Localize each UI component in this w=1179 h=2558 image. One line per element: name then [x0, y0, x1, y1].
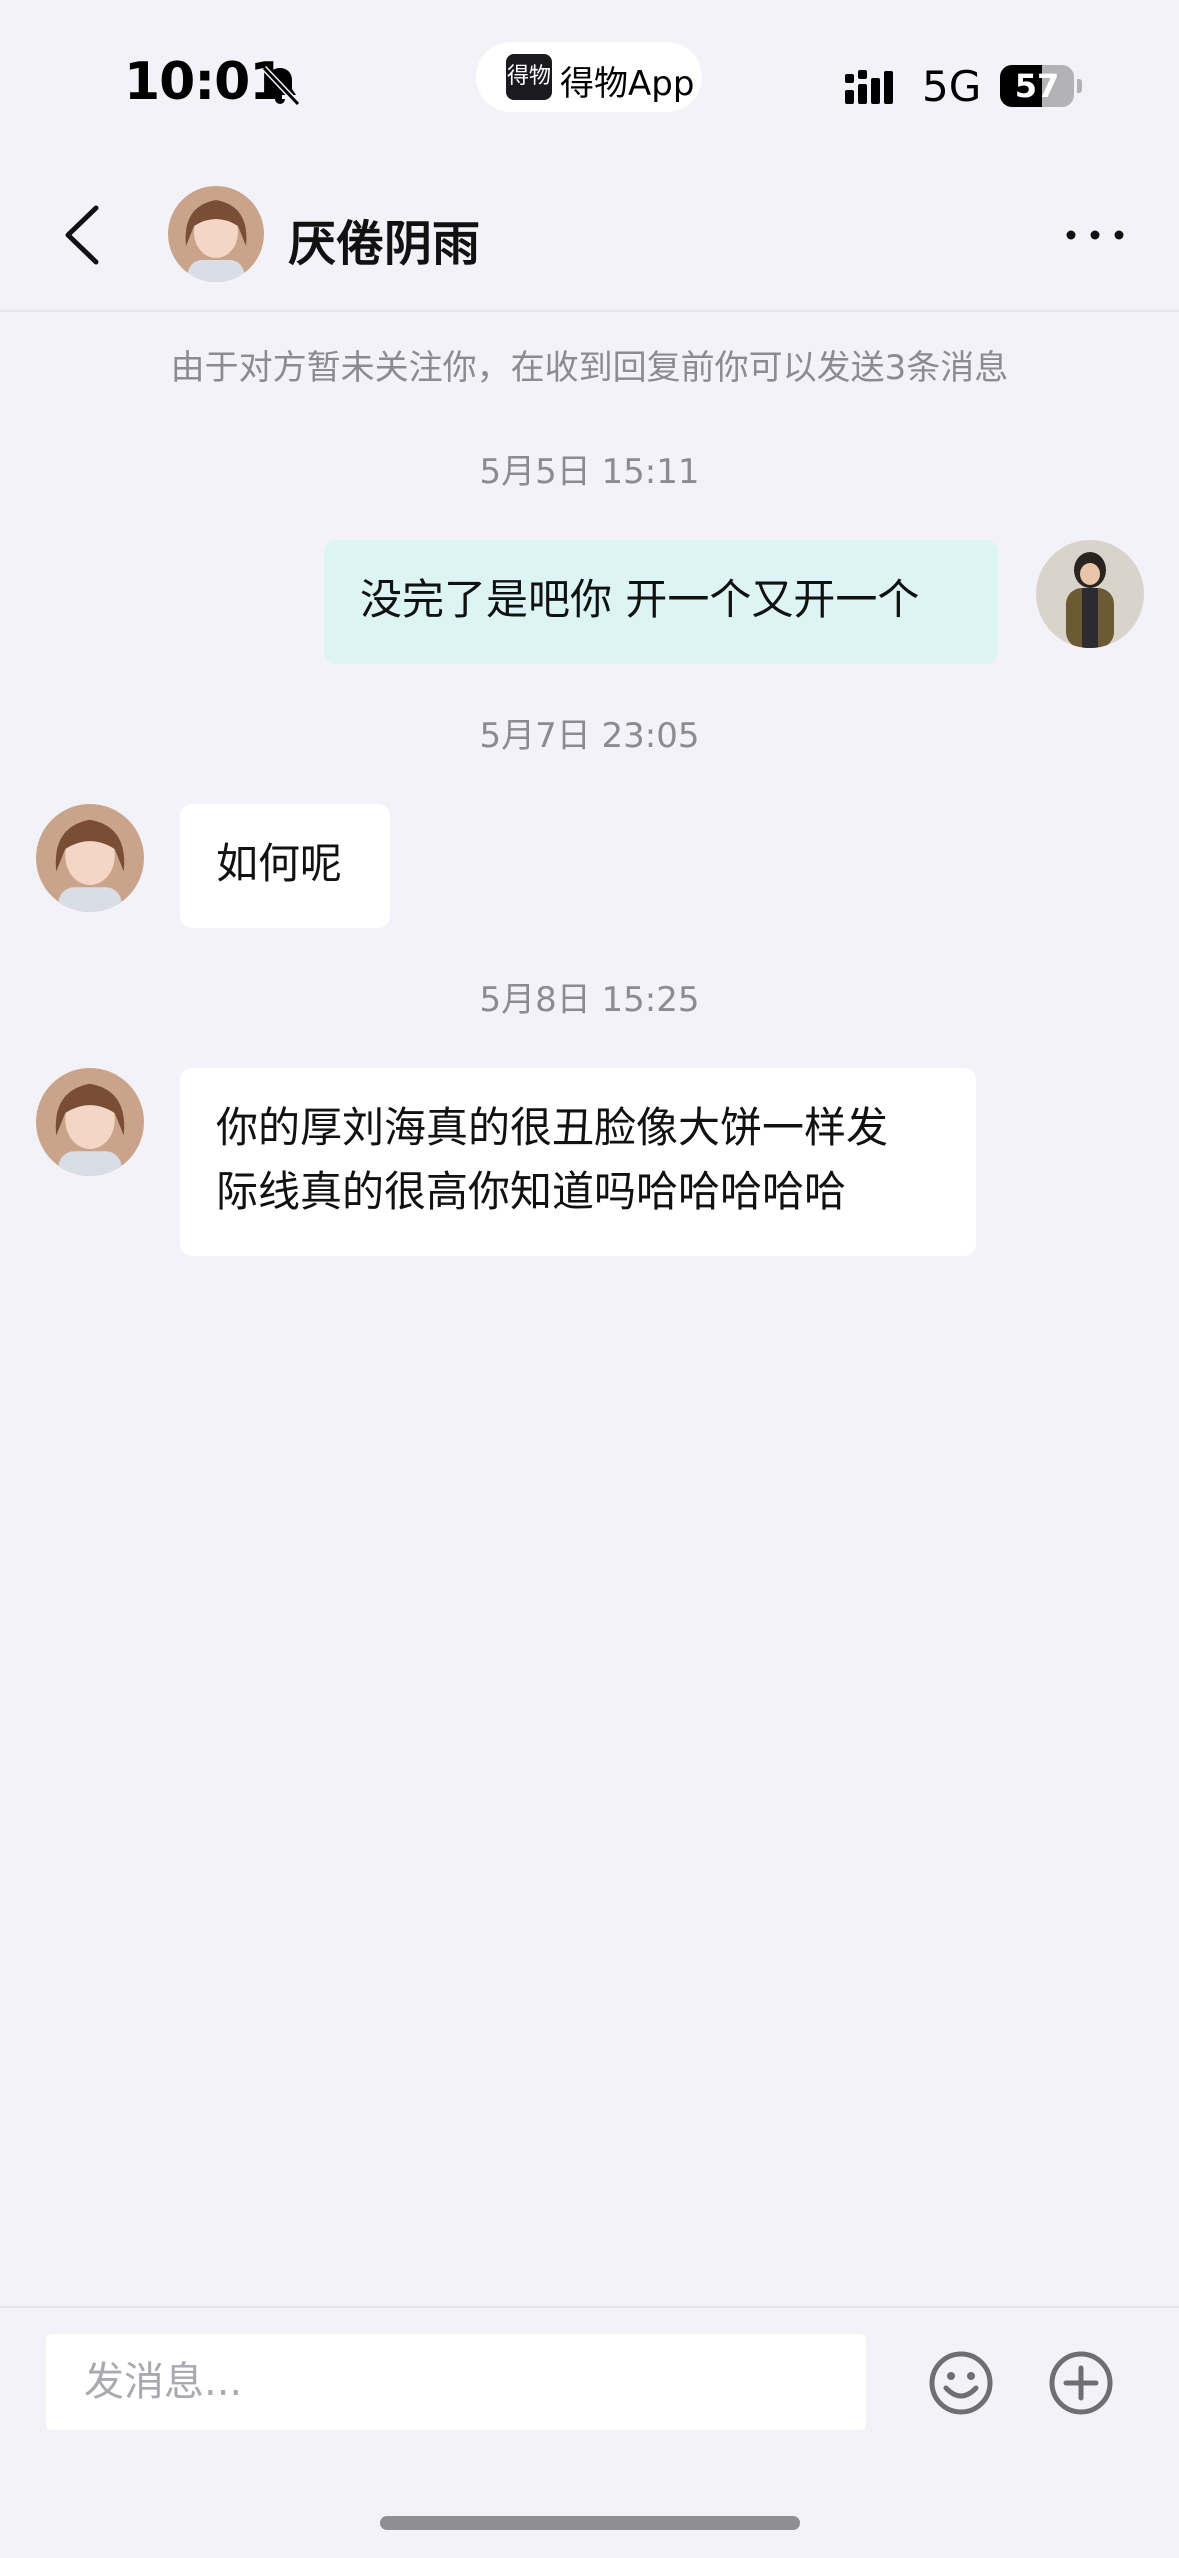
dewu-logo: 得物 — [506, 54, 552, 100]
battery-icon: 57 — [1000, 65, 1074, 107]
battery-tip — [1077, 79, 1082, 93]
avatar-photo — [1036, 540, 1144, 648]
status-bar: 10:01 得物 得物App 5G 57 — [0, 0, 1179, 150]
contact-avatar[interactable] — [36, 1068, 144, 1176]
message-text: 没完了是吧你 开一个又开一个 — [360, 575, 920, 624]
message-text-line: 你的厚刘海真的很丑脸像大饼一样发 — [216, 1103, 889, 1152]
contact-name: 厌倦阴雨 — [288, 216, 481, 272]
contact-avatar[interactable] — [168, 186, 264, 282]
chat-header: 厌倦阴雨 — [0, 160, 1179, 312]
battery-level: 57 — [1014, 67, 1060, 105]
plus-circle-icon[interactable] — [1046, 2348, 1116, 2418]
timestamp: 5月7日 23:05 — [479, 716, 700, 756]
my-avatar[interactable] — [1036, 540, 1144, 648]
message-input[interactable] — [46, 2334, 866, 2430]
timestamp: 5月5日 15:11 — [479, 452, 700, 492]
avatar-photo — [36, 804, 144, 912]
contact-avatar[interactable] — [36, 804, 144, 912]
bell-muted-icon — [261, 65, 301, 107]
their-message-bubble[interactable]: 如何呢 — [180, 804, 390, 928]
avatar-photo — [168, 186, 264, 282]
avatar-photo — [36, 1068, 144, 1176]
app-pill[interactable]: 得物 得物App — [476, 42, 702, 112]
signal-icon — [845, 70, 893, 104]
message-text: 如何呢 — [216, 839, 343, 888]
follow-notice: 由于对方暂未关注你，在收到回复前你可以发送3条消息 — [170, 348, 1009, 388]
ellipsis-icon[interactable] — [1060, 220, 1130, 250]
their-message-bubble[interactable]: 你的厚刘海真的很丑脸像大饼一样发 际线真的很高你知道吗哈哈哈哈哈 — [180, 1068, 976, 1256]
timestamp: 5月8日 15:25 — [479, 980, 700, 1020]
chevron-left-icon[interactable] — [54, 200, 114, 270]
home-indicator — [380, 2516, 800, 2530]
smiley-icon[interactable] — [926, 2348, 996, 2418]
my-message-bubble[interactable]: 没完了是吧你 开一个又开一个 — [324, 540, 998, 664]
network-type: 5G — [922, 62, 982, 111]
message-input-box[interactable] — [46, 2334, 866, 2430]
message-text-line: 际线真的很高你知道吗哈哈哈哈哈 — [216, 1167, 847, 1216]
app-pill-label: 得物App — [560, 64, 695, 104]
